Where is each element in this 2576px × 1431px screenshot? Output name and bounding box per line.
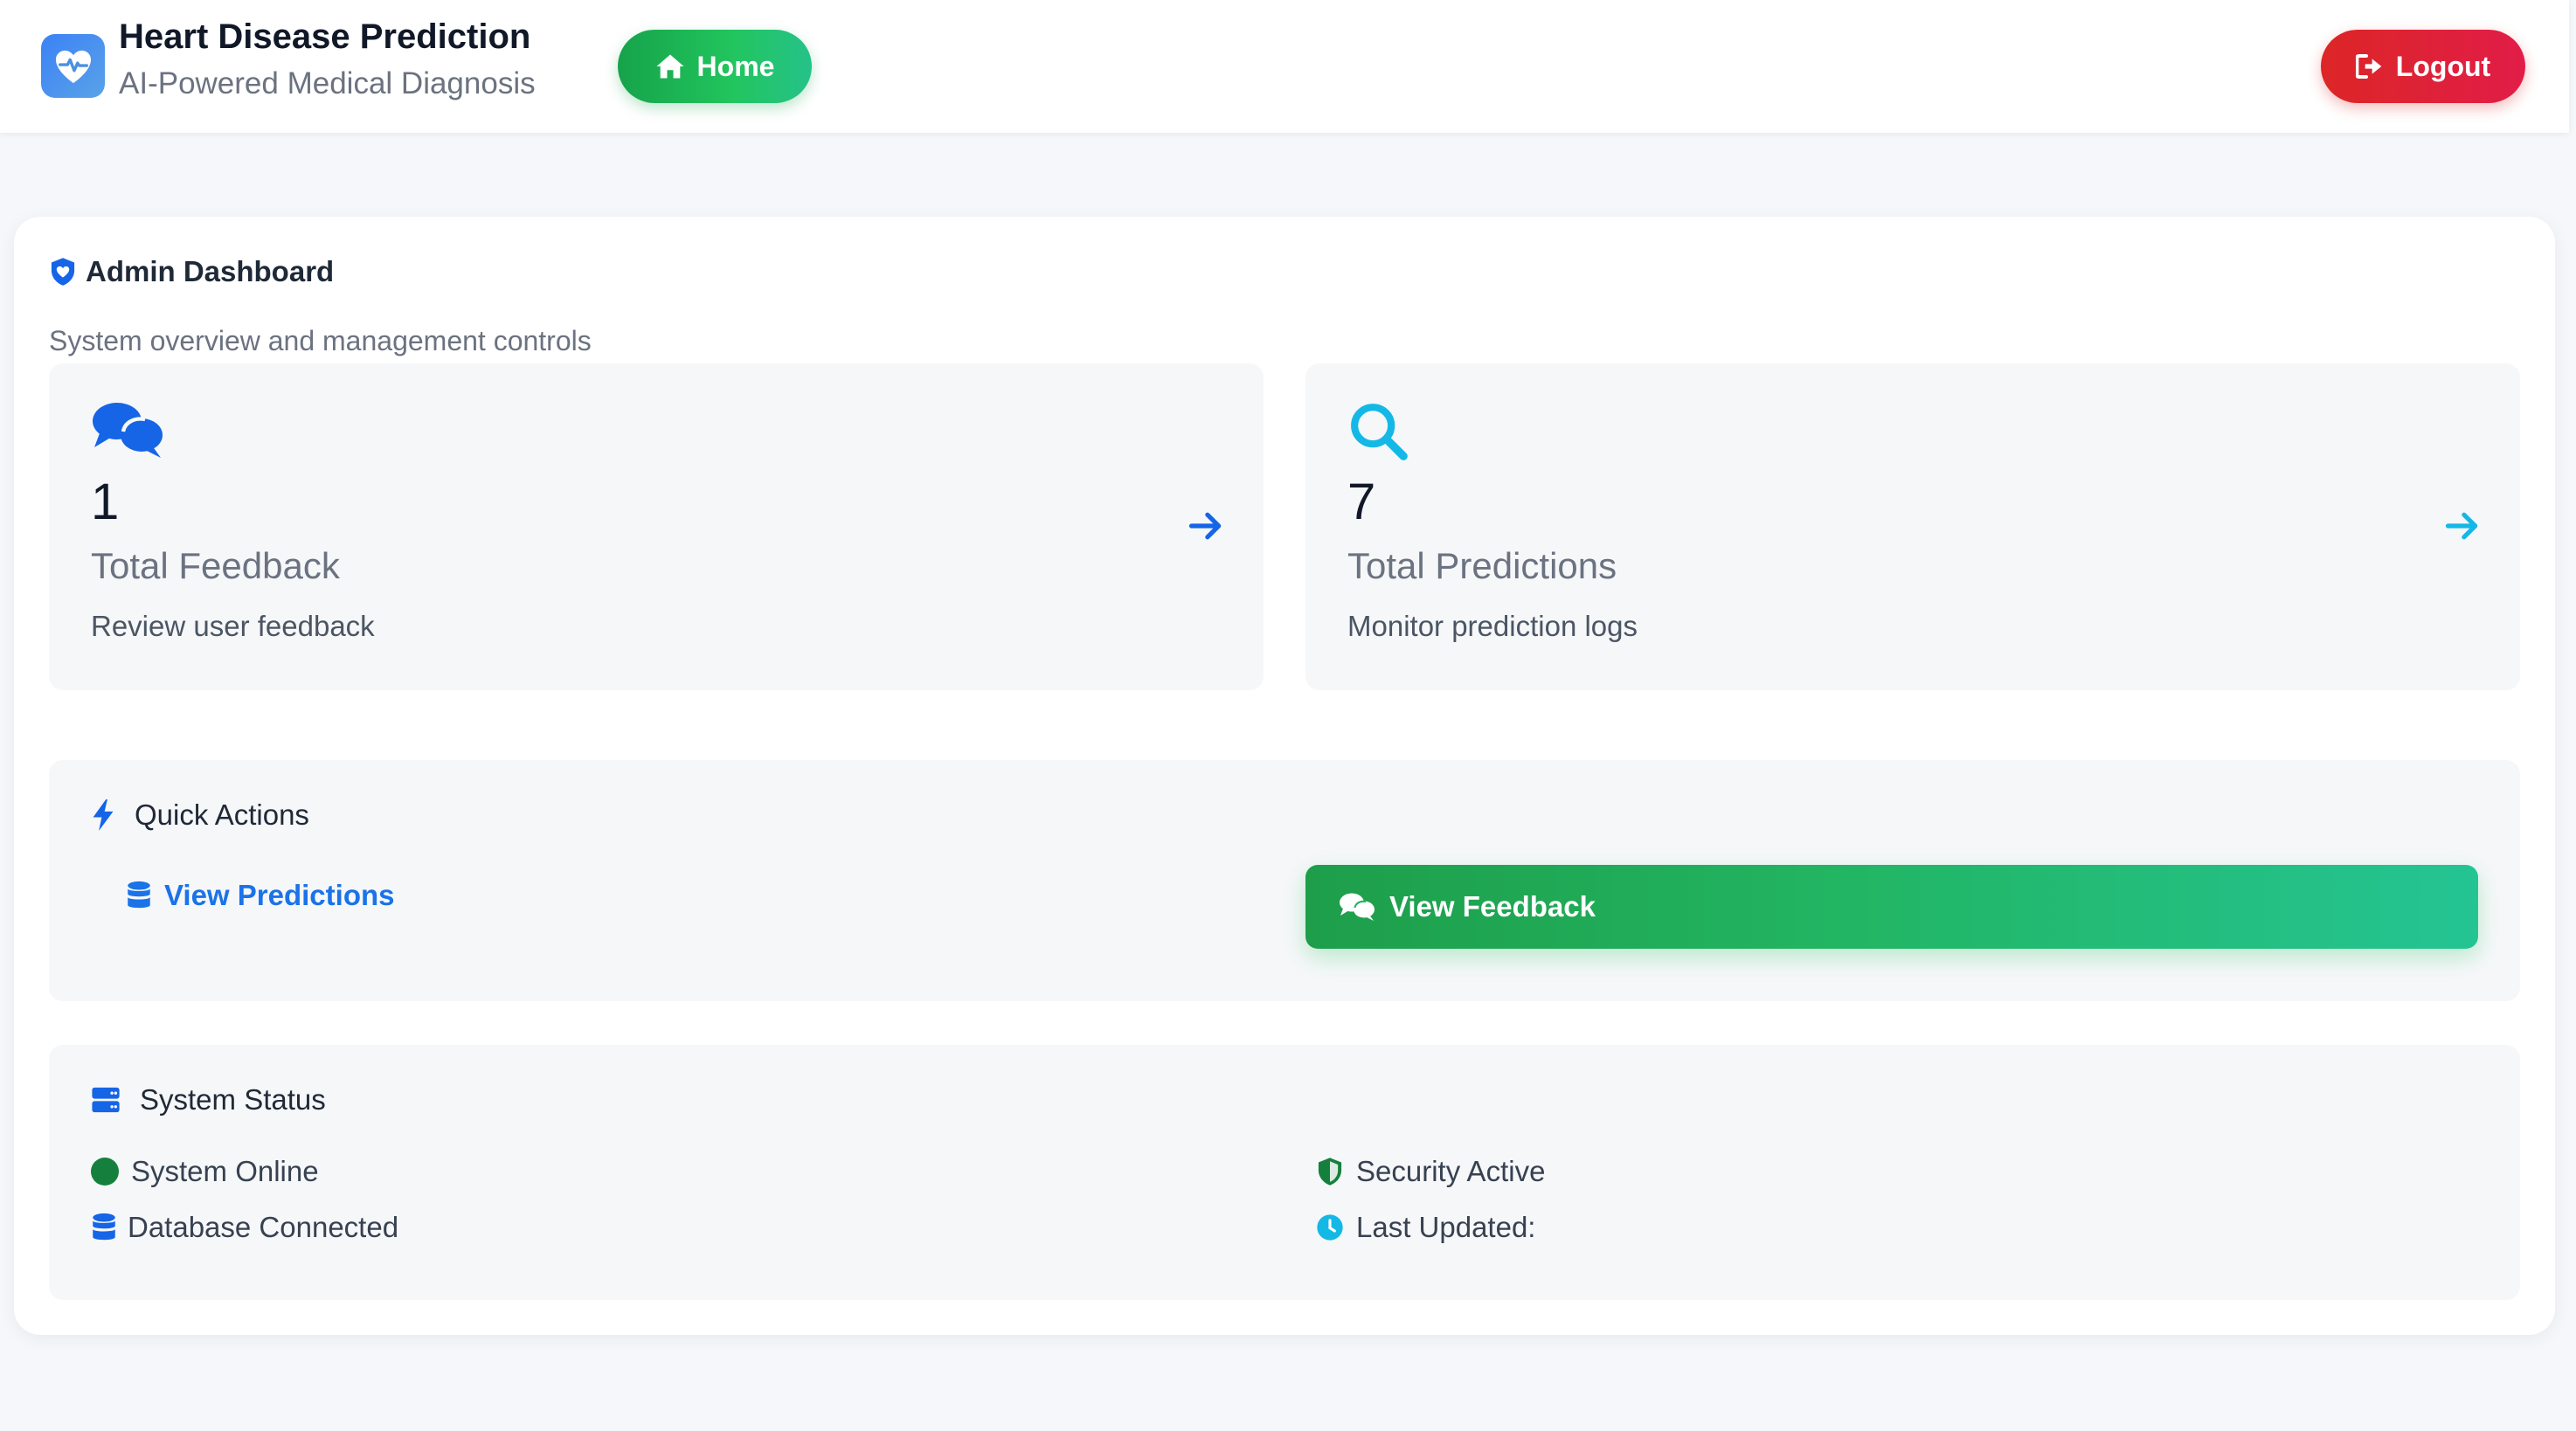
status-label: Last Updated: <box>1356 1211 1536 1243</box>
system-status-panel: System Status System Online Database Con… <box>49 1045 2520 1300</box>
dashboard-title-text: Admin Dashboard <box>86 255 335 287</box>
stat-value: 1 <box>91 474 120 530</box>
clock-icon <box>1317 1214 1343 1241</box>
comments-icon <box>93 403 163 458</box>
home-icon <box>655 54 684 79</box>
search-icon <box>1351 404 1408 460</box>
dashboard-title: Admin Dashboard <box>49 255 334 288</box>
stat-description: Review user feedback <box>91 610 375 642</box>
home-button-label: Home <box>696 50 775 82</box>
app-title: Heart Disease Prediction <box>119 17 531 56</box>
quick-actions-title-text: Quick Actions <box>135 798 309 831</box>
top-navbar: Heart Disease Prediction AI-Powered Medi… <box>0 0 2569 133</box>
comments-icon <box>1340 893 1375 921</box>
status-last-updated: Last Updated: <box>1316 1211 1535 1244</box>
bolt-icon <box>93 799 114 831</box>
status-security-active: Security Active <box>1316 1155 1545 1188</box>
logout-button-label: Logout <box>2395 50 2491 82</box>
view-predictions-label: View Predictions <box>164 879 395 911</box>
sign-out-icon <box>2355 54 2382 79</box>
arrow-right-icon[interactable] <box>2443 507 2482 545</box>
stat-card-predictions[interactable]: 7 Total Predictions Monitor prediction l… <box>1305 363 2520 690</box>
status-label: System Online <box>131 1155 319 1187</box>
logout-button[interactable]: Logout <box>2321 30 2525 103</box>
view-feedback-label: View Feedback <box>1389 890 1596 923</box>
stat-label: Total Predictions <box>1347 545 1617 586</box>
quick-actions-panel: Quick Actions View Predictions View Feed… <box>49 760 2520 1001</box>
system-status-title: System Status <box>91 1083 326 1116</box>
app-subtitle: AI-Powered Medical Diagnosis <box>119 66 536 100</box>
arrow-right-icon[interactable] <box>1187 507 1225 545</box>
status-system-online: System Online <box>91 1155 319 1188</box>
home-button[interactable]: Home <box>618 30 812 103</box>
status-label: Database Connected <box>128 1211 399 1243</box>
view-predictions-link[interactable]: View Predictions <box>126 879 394 912</box>
admin-dashboard-card: Admin Dashboard System overview and mana… <box>14 217 2555 1335</box>
status-dot-icon <box>91 1158 119 1186</box>
heart-pulse-icon <box>41 34 105 98</box>
status-database-connected: Database Connected <box>91 1211 398 1244</box>
shield-icon <box>1318 1158 1342 1186</box>
dashboard-subtitle: System overview and management controls <box>49 325 592 356</box>
system-status-title-text: System Status <box>140 1083 326 1116</box>
stat-card-feedback[interactable]: 1 Total Feedback Review user feedback <box>49 363 1264 690</box>
shield-icon <box>51 258 75 286</box>
database-icon <box>128 881 150 909</box>
stat-value: 7 <box>1347 474 1376 530</box>
view-feedback-button[interactable]: View Feedback <box>1305 865 2478 949</box>
status-label: Security Active <box>1356 1155 1546 1187</box>
server-icon <box>92 1087 120 1113</box>
stat-label: Total Feedback <box>91 545 340 586</box>
quick-actions-title: Quick Actions <box>91 798 309 832</box>
stat-description: Monitor prediction logs <box>1347 610 1638 642</box>
database-icon <box>93 1213 115 1241</box>
